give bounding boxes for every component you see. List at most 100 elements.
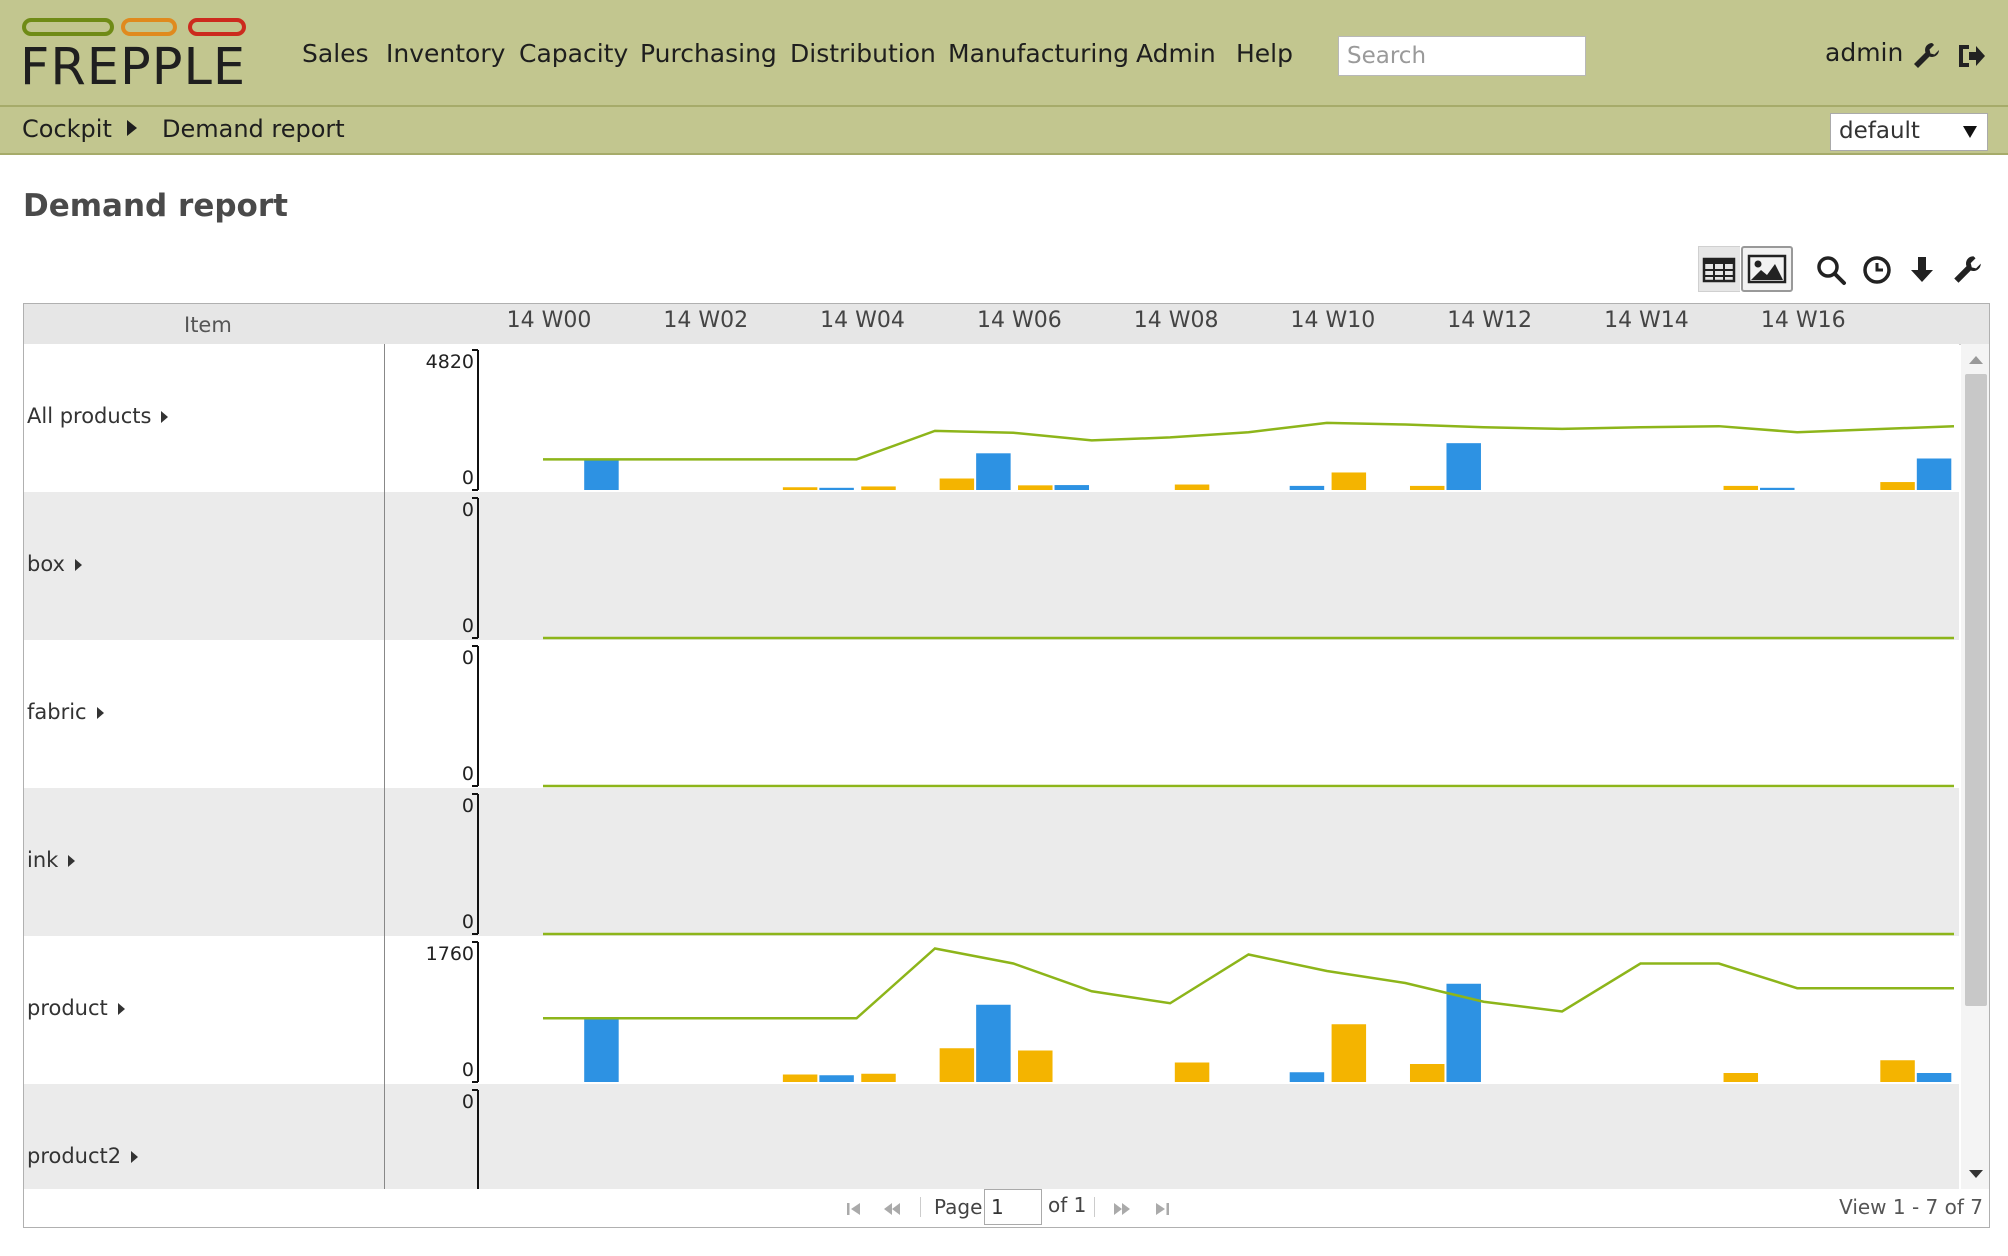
grid-header: Item 14 W00 14 W02 14 W04 14 W06 14 W08 14 W1… [24, 304, 1989, 345]
scroll-down-icon[interactable] [1969, 1170, 1983, 1178]
page-number-input[interactable] [984, 1189, 1042, 1225]
bar-planned [819, 1075, 854, 1082]
scenario-select[interactable]: default [1830, 113, 1988, 151]
top-navbar: FREPPLE Sales Inventory Capacity Purchas… [0, 0, 2008, 107]
page-total: of 1 [1048, 1193, 1087, 1217]
bar-orders [861, 486, 896, 490]
image-icon [1747, 254, 1787, 284]
first-page-icon[interactable] [844, 1201, 864, 1217]
download-icon[interactable] [1905, 253, 1939, 287]
pager-separator [1094, 1197, 1095, 1217]
expand-arrow-icon[interactable] [117, 1003, 125, 1015]
week-header: 14 W08 [1133, 308, 1219, 333]
week-header: 14 W02 [663, 308, 749, 333]
bar-planned [1760, 487, 1795, 490]
prev-page-icon[interactable] [882, 1201, 902, 1217]
expand-arrow-icon[interactable] [68, 855, 76, 867]
bar-planned [1054, 485, 1090, 490]
bar-orders [782, 487, 818, 490]
graph-view-button[interactable] [1741, 246, 1793, 292]
bar-orders [1174, 1062, 1210, 1082]
table-view-button[interactable] [1698, 246, 1740, 292]
backlog-line [543, 947, 1954, 1020]
y-axis-zero-label: 0 [462, 1059, 474, 1081]
bar-orders [939, 478, 975, 490]
bar-orders [1723, 1073, 1759, 1082]
row-label-text: ink [27, 848, 59, 872]
expand-arrow-icon[interactable] [96, 707, 104, 719]
bar-orders [1174, 484, 1210, 490]
bar-planned [1916, 458, 1952, 490]
bar-orders [782, 1074, 818, 1082]
menu-sales[interactable]: Sales [302, 38, 369, 70]
bar-orders [1880, 482, 1915, 490]
user-menu[interactable]: admin [1825, 38, 1903, 67]
logo-pill-red [188, 18, 246, 36]
bar-planned [1446, 983, 1481, 1082]
week-header: 14 W12 [1447, 308, 1533, 333]
y-axis-zero-label: 0 [462, 467, 474, 489]
y-axis-zero-label: 0 [462, 911, 474, 933]
bar-planned [584, 1018, 619, 1082]
row-label-product[interactable]: product [27, 996, 125, 1020]
menu-help[interactable]: Help [1236, 38, 1293, 70]
settings-wrench-icon[interactable] [1950, 253, 1984, 287]
scroll-thumb[interactable] [1965, 374, 1987, 1006]
backlog-line [543, 421, 1955, 461]
expand-arrow-icon[interactable] [74, 559, 82, 571]
y-axis-max-label: 1760 [426, 943, 474, 965]
y-axis-max-label: 4820 [426, 351, 474, 373]
row-label-product2[interactable]: product2 [27, 1144, 139, 1168]
menu-admin[interactable]: Admin [1136, 38, 1216, 70]
week-header: 14 W04 [820, 308, 905, 333]
row-label-ink[interactable]: ink [27, 848, 76, 872]
wrench-icon[interactable] [1910, 40, 1942, 72]
menu-purchasing[interactable]: Purchasing [640, 38, 777, 70]
breadcrumb-cockpit[interactable]: Cockpit [22, 115, 112, 143]
row-label-text: product2 [27, 1144, 122, 1168]
logout-icon[interactable] [1955, 40, 1987, 72]
week-header: 14 W14 [1604, 308, 1689, 333]
y-axis-zero-label: 0 [462, 615, 474, 637]
bar-orders [1331, 472, 1367, 490]
search-input[interactable] [1338, 36, 1586, 76]
y-axis-max-label: 0 [462, 1091, 474, 1113]
bar-planned [1916, 1073, 1952, 1082]
menu-inventory[interactable]: Inventory [386, 38, 505, 70]
clock-icon[interactable] [1860, 253, 1894, 287]
expand-arrow-icon[interactable] [161, 411, 169, 423]
table-icon [1702, 257, 1736, 283]
logo-pill-orange [121, 18, 177, 36]
frepple-logo[interactable]: FREPPLE [20, 16, 246, 96]
search-icon[interactable] [1814, 253, 1848, 287]
last-page-icon[interactable] [1152, 1201, 1172, 1217]
bar-planned [976, 453, 1011, 490]
scroll-up-icon[interactable] [1969, 356, 1983, 364]
week-header: 14 W10 [1290, 308, 1376, 333]
y-axis-max-label: 0 [462, 795, 474, 817]
grid-body: 4820 0 0 0 0 0 0 0 1760 0 0 All products box fabric i… [24, 344, 1959, 1189]
bar-planned [1289, 1072, 1325, 1082]
vertical-scrollbar[interactable] [1961, 344, 1989, 1189]
menu-distribution[interactable]: Distribution [790, 38, 936, 70]
chevron-down-icon [1963, 126, 1977, 138]
view-records-info: View 1 - 7 of 7 [1839, 1195, 1983, 1219]
row-label-text: fabric [27, 700, 87, 724]
menu-manufacturing[interactable]: Manufacturing [948, 38, 1129, 70]
bar-planned [1446, 443, 1481, 490]
row-label-fabric[interactable]: fabric [27, 700, 104, 724]
column-header-item[interactable]: Item [184, 313, 232, 337]
y-axis-max-label: 0 [462, 647, 474, 669]
expand-arrow-icon[interactable] [131, 1151, 139, 1163]
row-label-all-products[interactable]: All products [27, 404, 169, 428]
breadcrumb-current: Demand report [162, 115, 345, 143]
next-page-icon[interactable] [1112, 1201, 1132, 1217]
bar-orders [1331, 1024, 1367, 1082]
y-axis-max-label: 0 [462, 499, 474, 521]
bar-planned [819, 487, 854, 490]
row-label-box[interactable]: box [27, 552, 82, 576]
y-axis-zero-label: 0 [462, 763, 474, 785]
bar-orders [861, 1073, 896, 1082]
row-label-text: product [27, 996, 108, 1020]
menu-capacity[interactable]: Capacity [519, 38, 628, 70]
